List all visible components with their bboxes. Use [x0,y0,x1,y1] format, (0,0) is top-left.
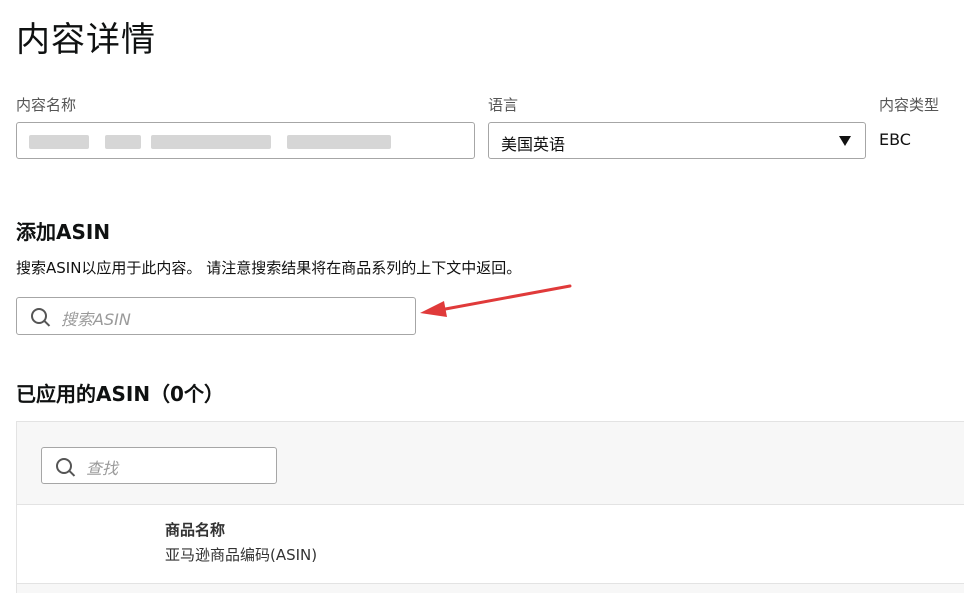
add-asin-help: 搜索ASIN以应用于此内容。 请注意搜索结果将在商品系列的上下文中返回。 [16,259,522,277]
asin-search-placeholder: 搜索ASIN [61,310,131,329]
search-icon [31,308,47,324]
content-name-label: 内容名称 [16,96,77,114]
language-label: 语言 [488,96,519,114]
content-type-value: EBC [879,130,911,149]
content-type-label: 内容类型 [879,96,940,114]
table-divider [17,583,964,584]
language-select-value: 美国英语 [501,135,566,154]
applied-asin-title: 已应用的ASIN（0个） [16,382,224,406]
applied-search-input[interactable]: 查找 [41,447,277,484]
redacted-text [151,135,271,149]
chevron-down-icon [839,136,851,146]
language-select[interactable]: 美国英语 [488,122,866,159]
content-name-input[interactable] [16,122,475,159]
column-subheader-asin: 亚马逊商品编码(ASIN) [165,546,318,564]
add-asin-title: 添加ASIN [16,220,111,244]
table-header-row [17,505,964,583]
applied-search-placeholder: 查找 [86,459,119,478]
redacted-text [29,135,89,149]
page-title: 内容详情 [16,20,156,60]
column-header-product-name[interactable]: 商品名称 [165,519,225,540]
annotation-arrow [420,284,572,317]
search-icon [56,458,72,474]
redacted-text [105,135,141,149]
redacted-text [287,135,391,149]
asin-search-input[interactable]: 搜索ASIN [16,297,416,335]
